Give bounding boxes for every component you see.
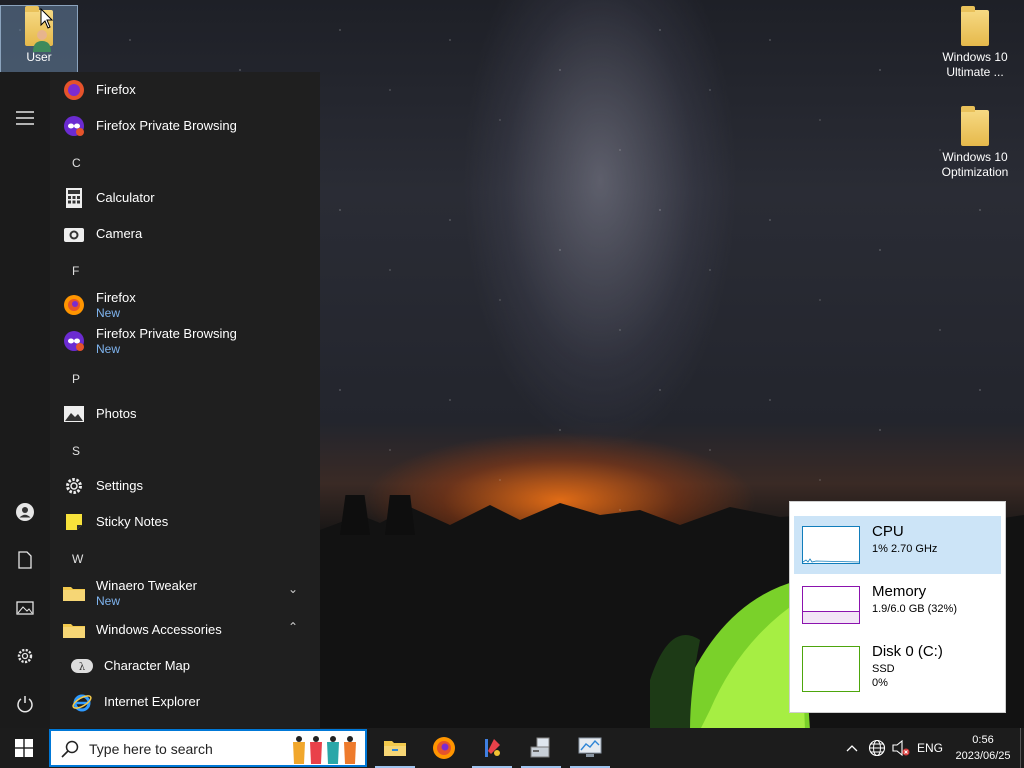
folder-icon <box>961 6 989 46</box>
sticky-notes-icon <box>62 510 86 534</box>
resource-detail: 1.9/6.0 GB (32%) <box>872 603 957 615</box>
pictures-icon[interactable] <box>13 596 37 620</box>
resource-row-disk[interactable]: Disk 0 (C:) SSD 0% <box>794 636 1001 694</box>
camera-icon <box>62 222 86 246</box>
tent-image <box>650 580 810 730</box>
resource-detail: SSD <box>872 663 895 675</box>
settings-gear-icon <box>62 474 86 498</box>
desktop-icon-user[interactable]: User <box>0 5 78 73</box>
app-character-map[interactable]: λ Character Map <box>70 654 308 678</box>
chevron-up-icon <box>846 745 858 752</box>
resource-title: Memory <box>872 583 927 600</box>
mouse-cursor-icon <box>40 8 54 29</box>
input-language-button[interactable]: ENG <box>914 728 946 768</box>
windows-logo-icon <box>15 739 33 757</box>
app-firefox-private-browsing-new[interactable]: Firefox Private Browsing New <box>62 326 308 356</box>
app-sticky-notes[interactable]: Sticky Notes <box>62 510 308 534</box>
search-icon <box>61 740 79 758</box>
cpu-graph <box>802 526 860 564</box>
app-winaero-tweaker[interactable]: Winaero Tweaker New ⌄ <box>62 578 308 608</box>
settings-icon[interactable] <box>13 644 37 668</box>
resource-title: Disk 0 (C:) <box>872 643 943 660</box>
tools-icon <box>485 739 500 757</box>
start-menu-app-list: Firefox Firefox Private Browsing C Calcu… <box>50 72 320 728</box>
section-letter-f[interactable]: F <box>72 264 79 278</box>
start-button[interactable] <box>0 728 48 768</box>
resource-monitor-flyout: CPU 1% 2.70 GHz Memory 1.9/6.0 GB (32%) … <box>789 501 1006 713</box>
taskbar-file-explorer[interactable] <box>371 728 419 768</box>
user-figure-icon <box>33 30 51 52</box>
taskbar-search-box[interactable]: Type here to search <box>49 729 367 767</box>
app-internet-explorer[interactable]: Internet Explorer <box>70 690 308 714</box>
clock-time: 0:56 <box>972 734 994 746</box>
svg-text:λ: λ <box>79 662 86 673</box>
volume-muted-icon <box>892 740 910 756</box>
memory-graph <box>802 586 860 624</box>
desktop-icon-label: Windows 10 Ultimate ... <box>942 50 1008 79</box>
app-firefox[interactable]: Firefox <box>62 78 308 102</box>
resource-row-memory[interactable]: Memory 1.9/6.0 GB (32%) <box>794 576 1001 634</box>
volume-button[interactable] <box>890 728 912 768</box>
section-letter-w[interactable]: W <box>72 552 83 566</box>
folder-icon <box>961 106 989 146</box>
desktop-icon-windows-10-ultimate[interactable]: Windows 10 Ultimate ... <box>936 6 1014 80</box>
start-menu-rail <box>0 72 50 728</box>
app-camera[interactable]: Camera <box>62 222 308 246</box>
file-explorer-icon <box>384 741 406 756</box>
app-calculator[interactable]: Calculator <box>62 186 308 210</box>
taskbar-firefox[interactable] <box>420 728 468 768</box>
user-account-icon[interactable] <box>13 500 37 524</box>
desktop-icon-label: Windows 10 Optimization <box>941 150 1009 179</box>
hamburger-icon[interactable] <box>13 106 37 130</box>
calculator-icon <box>62 186 86 210</box>
app-firefox-new[interactable]: Firefox New <box>62 290 308 320</box>
show-desktop-button[interactable] <box>1020 728 1024 768</box>
folder-icon <box>62 581 86 605</box>
taskbar-resource-monitor[interactable] <box>566 728 614 768</box>
chevron-down-icon[interactable]: ⌄ <box>288 582 298 596</box>
search-placeholder: Type here to search <box>89 741 213 757</box>
taskbar-clock[interactable]: 0:56 2023/06/25 <box>946 732 1020 764</box>
firefox-icon <box>62 78 86 102</box>
resource-detail: 1% 2.70 GHz <box>872 543 938 555</box>
taskbar-tools[interactable] <box>468 728 516 768</box>
firefox-private-icon <box>62 114 86 138</box>
firefox-icon <box>433 737 455 759</box>
monitor-icon <box>578 737 602 757</box>
power-icon[interactable] <box>13 692 37 716</box>
app-firefox-private-browsing[interactable]: Firefox Private Browsing <box>62 114 308 138</box>
section-letter-c[interactable]: C <box>72 156 81 170</box>
firefox-private-icon <box>62 329 86 353</box>
character-map-icon: λ <box>70 654 94 678</box>
clock-date: 2023/06/25 <box>955 750 1011 762</box>
folder-icon <box>62 618 86 642</box>
firefox-icon <box>62 293 86 317</box>
documents-icon[interactable] <box>13 548 37 572</box>
globe-icon <box>868 739 886 757</box>
app-settings[interactable]: Settings <box>62 474 308 498</box>
taskbar: Type here to search ENG 0:56 2023/06/25 <box>0 728 1024 768</box>
photos-icon <box>62 402 86 426</box>
resource-usage: 0% <box>872 677 888 689</box>
app-photos[interactable]: Photos <box>62 402 308 426</box>
search-highlight-illustration <box>293 736 356 764</box>
disk-graph <box>802 646 860 692</box>
chevron-up-icon[interactable]: ⌃ <box>288 620 298 634</box>
app-windows-accessories[interactable]: Windows Accessories ⌃ <box>62 618 308 642</box>
taskbar-computer[interactable] <box>517 728 565 768</box>
desktop-icon-label: User <box>26 50 52 64</box>
section-letter-s[interactable]: S <box>72 444 80 458</box>
computer-icon <box>530 737 550 758</box>
resource-title: CPU <box>872 523 904 540</box>
resource-row-cpu[interactable]: CPU 1% 2.70 GHz <box>794 516 1001 574</box>
internet-explorer-icon <box>70 690 94 714</box>
desktop-icon-windows-10-optimization[interactable]: Windows 10 Optimization <box>936 106 1014 180</box>
network-button[interactable] <box>866 728 888 768</box>
section-letter-p[interactable]: P <box>72 372 80 386</box>
show-hidden-icons-button[interactable] <box>842 728 862 768</box>
